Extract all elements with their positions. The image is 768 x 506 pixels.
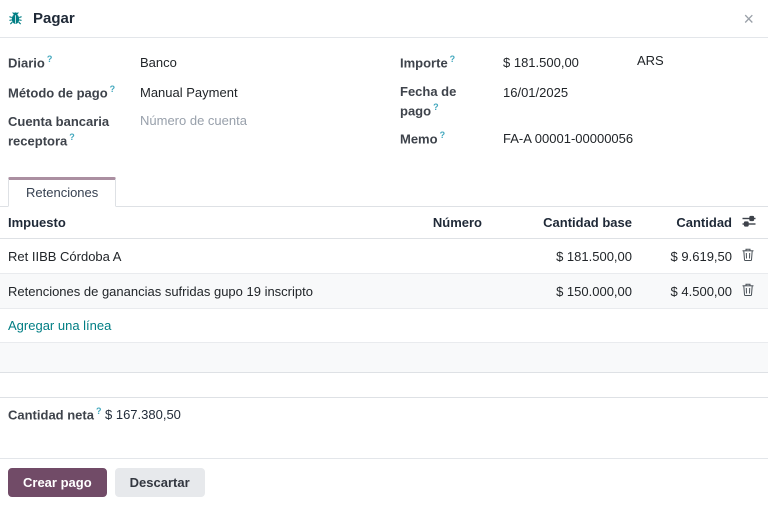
memo-label: Memo? [400, 129, 503, 148]
discard-button[interactable]: Descartar [115, 468, 205, 497]
base-amount-cell[interactable]: $ 181.500,00 [490, 239, 640, 274]
amount-cell[interactable]: $ 4.500,00 [640, 274, 740, 309]
field-journal: Diario? Banco [8, 53, 392, 73]
payment-date-label: Fecha de pago? [400, 83, 503, 119]
net-amount-label: Cantidad neta? [8, 406, 105, 422]
column-header-base[interactable]: Cantidad base [490, 207, 640, 239]
delete-row-icon[interactable] [742, 283, 754, 296]
currency-value[interactable]: ARS [637, 53, 664, 73]
net-amount-row: Cantidad neta? $ 167.380,50 [0, 398, 768, 430]
field-amount: Importe? $ 181.500,00 ARS [400, 53, 768, 73]
field-payment-method: Método de pago? Manual Payment [8, 83, 392, 103]
tax-cell[interactable]: Ret IIBB Córdoba A [0, 239, 360, 274]
field-payment-date: Fecha de pago? 16/01/2025 [400, 83, 768, 119]
help-icon[interactable]: ? [440, 130, 446, 140]
table-row[interactable]: Retenciones de ganancias sufridas gupo 1… [0, 274, 768, 309]
payment-date-value[interactable]: 16/01/2025 [503, 83, 568, 103]
amount-label: Importe? [400, 53, 503, 72]
payment-method-label: Método de pago? [8, 83, 140, 102]
notebook-tabbar: Retenciones [0, 176, 768, 207]
field-recipient-bank-account: Cuenta bancaria receptora? [8, 113, 392, 149]
journal-label: Diario? [8, 53, 140, 72]
help-icon[interactable]: ? [450, 54, 456, 64]
dialog-footer: Crear pago Descartar [0, 458, 768, 506]
bug-icon [8, 11, 23, 26]
delete-row-icon[interactable] [742, 248, 754, 261]
column-header-number[interactable]: Número [360, 207, 490, 239]
table-row[interactable]: Ret IIBB Córdoba A $ 181.500,00 $ 9.619,… [0, 239, 768, 274]
number-cell[interactable] [360, 274, 490, 309]
net-amount-value: $ 167.380,50 [105, 407, 181, 422]
tab-retenciones[interactable]: Retenciones [8, 177, 116, 207]
amount-value[interactable]: $ 181.500,00 [503, 53, 633, 73]
optional-columns-icon[interactable] [742, 215, 756, 227]
help-icon[interactable]: ? [96, 406, 102, 416]
journal-value[interactable]: Banco [140, 53, 177, 73]
dialog-header: Pagar × [0, 0, 768, 38]
column-header-amount[interactable]: Cantidad [640, 207, 740, 239]
help-icon[interactable]: ? [47, 54, 53, 64]
amount-cell[interactable]: $ 9.619,50 [640, 239, 740, 274]
form-column-right: Importe? $ 181.500,00 ARS Fecha de pago?… [392, 53, 768, 159]
column-header-tax[interactable]: Impuesto [0, 207, 360, 239]
help-icon[interactable]: ? [69, 132, 75, 142]
base-amount-cell[interactable]: $ 150.000,00 [490, 274, 640, 309]
close-icon[interactable]: × [739, 8, 758, 30]
field-memo: Memo? FA-A 00001-00000056 [400, 129, 768, 149]
help-icon[interactable]: ? [110, 84, 116, 94]
tax-cell[interactable]: Retenciones de ganancias sufridas gupo 1… [0, 274, 360, 309]
number-cell[interactable] [360, 239, 490, 274]
payment-method-value[interactable]: Manual Payment [140, 83, 238, 103]
add-line-link[interactable]: Agregar una línea [8, 318, 111, 333]
withholdings-table: Impuesto Número Cantidad base Cantidad [0, 207, 768, 373]
page-title: Pagar [33, 10, 75, 27]
payment-form: Diario? Banco Método de pago? Manual Pay… [0, 38, 768, 159]
add-line-row: Agregar una línea [0, 309, 768, 343]
memo-value[interactable]: FA-A 00001-00000056 [503, 129, 633, 149]
create-payment-button[interactable]: Crear pago [8, 468, 107, 497]
help-icon[interactable]: ? [433, 102, 439, 112]
recipient-bank-account-input[interactable] [140, 113, 360, 128]
empty-row [0, 343, 768, 373]
table-header-row: Impuesto Número Cantidad base Cantidad [0, 207, 768, 239]
recipient-bank-account-label: Cuenta bancaria receptora? [8, 113, 140, 149]
form-column-left: Diario? Banco Método de pago? Manual Pay… [8, 53, 392, 159]
